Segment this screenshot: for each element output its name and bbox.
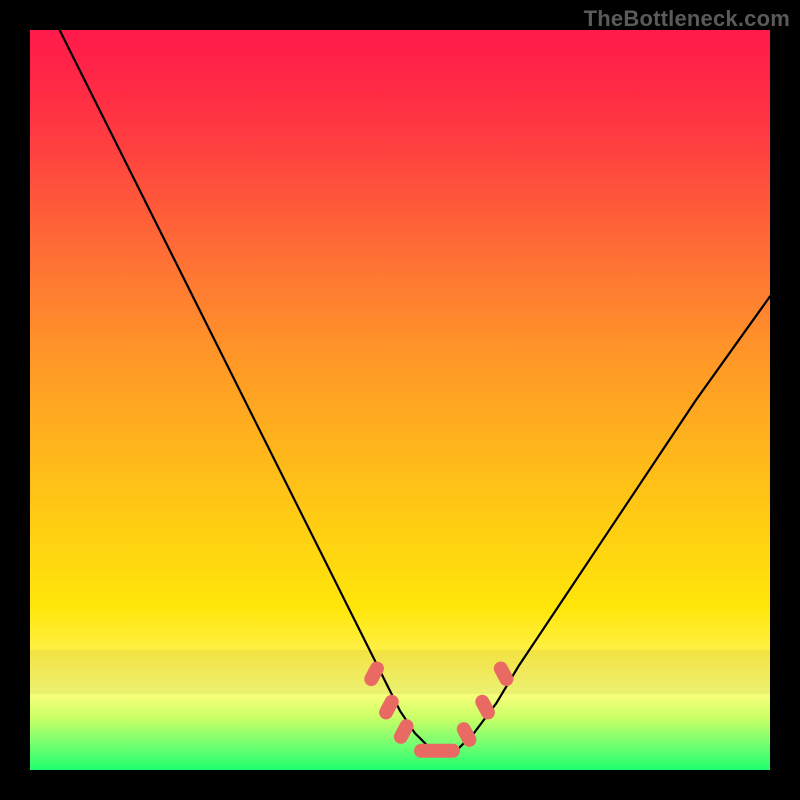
curve-marker	[491, 659, 516, 689]
curve-marker	[391, 717, 416, 747]
curve-markers	[362, 659, 516, 758]
curve-layer	[30, 30, 770, 770]
curve-marker	[414, 744, 460, 758]
chart-frame: TheBottleneck.com	[0, 0, 800, 800]
bottleneck-curve	[60, 30, 770, 754]
curve-marker	[454, 720, 479, 750]
watermark-text: TheBottleneck.com	[584, 6, 790, 32]
plot-area	[30, 30, 770, 770]
